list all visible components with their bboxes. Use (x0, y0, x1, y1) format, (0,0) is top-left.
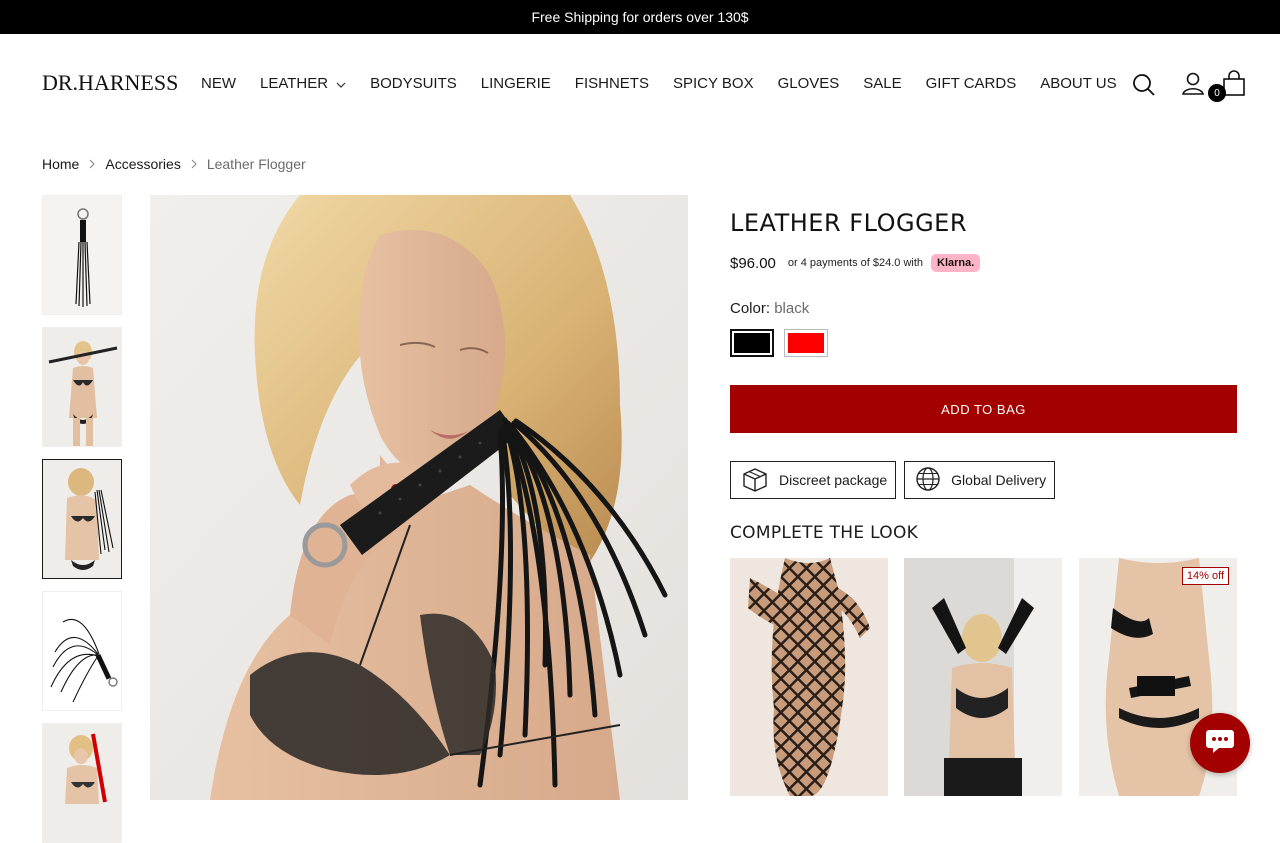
look-item-1[interactable] (730, 558, 888, 796)
nav-label: SPICY BOX (672, 75, 754, 92)
nav-label: LEATHER (260, 75, 329, 92)
nav-label: SALE (863, 75, 902, 92)
nav-item-lingerie[interactable]: LINGERIE (481, 74, 551, 94)
swatch-red[interactable] (784, 329, 828, 357)
globe-icon (915, 466, 951, 495)
nav-label: ABOUT US (1040, 75, 1117, 92)
account-icon[interactable] (1181, 70, 1205, 103)
nav-label: NEW (201, 75, 236, 92)
nav-item-gloves[interactable]: GLOVES (778, 74, 840, 94)
thumbnail-3[interactable] (42, 459, 122, 579)
product-title: LEATHER FLOGGER (730, 209, 968, 237)
add-to-bag-button[interactable]: ADD TO BAG (730, 385, 1237, 433)
color-label-text: Color: (730, 300, 771, 317)
perk-label: Global Delivery (951, 472, 1047, 488)
thumbnail-5[interactable] (42, 723, 122, 843)
look-item-2[interactable] (904, 558, 1062, 796)
breadcrumb-home[interactable]: Home (42, 156, 79, 172)
nav-item-gift-cards[interactable]: GIFT CARDS (926, 74, 1017, 94)
nav-label: BODYSUITS (370, 75, 457, 92)
nav-item-fishnets[interactable]: FISHNETS (575, 74, 649, 94)
color-value: black (774, 300, 810, 317)
nav-item-spicy-box[interactable]: SPICY BOX (673, 74, 754, 94)
thumbnail-1[interactable] (42, 195, 122, 315)
perk-discreet-package[interactable]: Discreet package (730, 461, 897, 499)
product-price: $96.00 (730, 254, 776, 272)
thumbnail-2[interactable] (42, 327, 122, 447)
chevron-right-icon (89, 159, 96, 169)
chat-button[interactable] (1190, 713, 1250, 773)
nav-label: FISHNETS (574, 75, 649, 92)
nav-item-leather[interactable]: LEATHER (260, 74, 346, 94)
nav-item-sale[interactable]: SALE (863, 74, 901, 94)
nav-label: GLOVES (777, 75, 840, 92)
perk-global-delivery[interactable]: Global Delivery (904, 461, 1056, 499)
nav-item-bodysuits[interactable]: BODYSUITS (370, 74, 457, 94)
bag-icon[interactable] (1222, 70, 1246, 103)
installments-text: or 4 payments of $24.0 with (787, 257, 924, 269)
color-swatches (730, 329, 828, 357)
brand-logo[interactable]: DR.HARNESS (42, 70, 178, 96)
search-icon[interactable] (1132, 70, 1156, 103)
breadcrumb-current: Leather Flogger (206, 156, 306, 172)
perk-label: Discreet package (779, 472, 888, 488)
chevron-down-icon (336, 74, 346, 94)
nav-label: GIFT CARDS (925, 75, 1017, 92)
swatch-red-fill (788, 333, 824, 353)
main-nav: NEW LEATHER BODYSUITS LINGERIE FISHNETS … (201, 74, 1141, 94)
package-icon (741, 466, 779, 495)
color-label: Color: black (730, 300, 809, 317)
announcement-text: Free Shipping for orders over 130$ (531, 9, 749, 25)
chevron-right-icon (191, 159, 197, 169)
nav-label: LINGERIE (480, 75, 551, 92)
chat-icon (1205, 728, 1235, 759)
complete-the-look-title: COMPLETE THE LOOK (730, 523, 919, 543)
thumbnail-4[interactable] (42, 591, 122, 711)
main-product-image[interactable] (150, 195, 688, 800)
breadcrumb: Home Accessories Leather Flogger (42, 156, 306, 172)
nav-item-about-us[interactable]: ABOUT US (1040, 74, 1116, 94)
klarna-badge[interactable]: Klarna. (931, 254, 981, 272)
swatch-black[interactable] (730, 329, 774, 357)
nav-item-new[interactable]: NEW (201, 74, 236, 94)
announcement-bar: Free Shipping for orders over 130$ (0, 0, 1280, 34)
swatch-black-fill (734, 333, 770, 353)
header-icons: 0 (1130, 70, 1250, 102)
perks-row: Discreet package Global Delivery (730, 461, 1056, 499)
breadcrumb-accessories[interactable]: Accessories (105, 156, 180, 172)
discount-badge: 14% off (1181, 567, 1229, 585)
price-row: $96.00 or 4 payments of $24.0 with Klarn… (730, 254, 981, 272)
cart-count-badge: 0 (1208, 84, 1226, 102)
